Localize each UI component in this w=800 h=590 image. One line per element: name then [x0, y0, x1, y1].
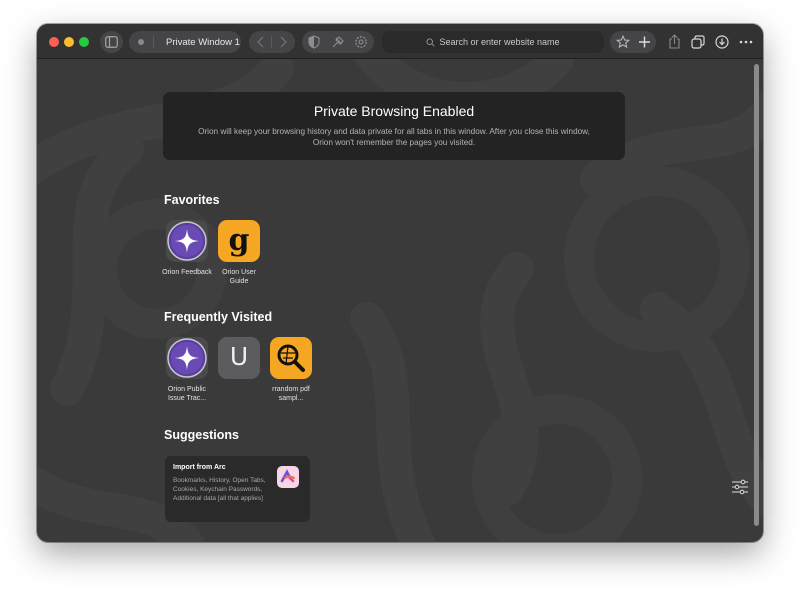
sidebar-toggle-button[interactable]: [100, 31, 123, 53]
orion-star-icon: [166, 337, 208, 379]
customize-sliders-icon[interactable]: [731, 479, 749, 495]
tile-label: Orion User Guide: [222, 269, 256, 285]
private-browsing-banner: Private Browsing Enabled Orion will keep…: [163, 92, 625, 160]
page-actions-group: [610, 31, 656, 53]
address-placeholder: Search or enter website name: [439, 37, 560, 47]
gear-icon[interactable]: [354, 35, 368, 49]
svg-text:g: g: [229, 223, 250, 258]
frequent-tile-random-pdf-sample[interactable]: rrandom pdf sampl...: [269, 337, 313, 403]
frequently-visited-title: Frequently Visited: [164, 310, 273, 324]
shield-icon[interactable]: [308, 35, 320, 49]
u-letter-icon: U: [218, 337, 260, 379]
tab-private-window[interactable]: Private Window 1: [129, 31, 241, 53]
search-magnifier-icon: [270, 337, 312, 379]
extensions-icon[interactable]: [331, 35, 345, 49]
tile-label: Orion Feedback: [162, 269, 212, 276]
maximize-window-button[interactable]: [79, 37, 89, 47]
g-letter-icon: g: [218, 220, 260, 262]
suggestion-text: Bookmarks, History, Open Tabs, Cookies, …: [173, 477, 266, 502]
downloads-icon[interactable]: [715, 35, 729, 49]
new-tab-page: Private Browsing Enabled Orion will keep…: [37, 59, 763, 542]
minimize-window-button[interactable]: [64, 37, 74, 47]
arc-logo-icon: [277, 466, 299, 488]
navigation-group: [249, 31, 295, 53]
search-icon: [426, 37, 436, 47]
browser-window: Private Window 1 Search or enter website…: [37, 24, 763, 542]
address-bar[interactable]: Search or enter website name: [382, 31, 604, 53]
favorite-tile-orion-feedback[interactable]: Orion Feedback: [162, 220, 212, 277]
forward-button[interactable]: [278, 36, 288, 48]
tile-label: Orion Public Issue Trac...: [167, 386, 207, 402]
close-window-button[interactable]: [49, 37, 59, 47]
banner-title: Private Browsing Enabled: [313, 103, 475, 119]
tab-indicator-icon: [138, 39, 144, 45]
sidebar-icon: [105, 36, 118, 48]
share-icon[interactable]: [668, 34, 681, 49]
frequent-tile-orion-issue-tracker[interactable]: Orion Public Issue Trac...: [165, 337, 209, 403]
suggestions-title: Suggestions: [164, 428, 240, 442]
more-menu-icon[interactable]: [739, 35, 753, 49]
suggestion-title: Import from Arc: [173, 464, 226, 471]
favorites-title: Favorites: [164, 193, 220, 207]
tab-title: Private Window 1: [166, 36, 240, 48]
tile-label: rrandom pdf sampl...: [272, 386, 310, 402]
scrollbar[interactable]: [754, 64, 759, 526]
orion-star-icon: [166, 220, 208, 262]
favorite-tile-orion-user-guide[interactable]: g Orion User Guide: [217, 220, 261, 286]
frequent-tile-u[interactable]: U: [217, 337, 261, 385]
privacy-tools-group: [302, 31, 374, 53]
banner-text: Orion will keep your browsing history an…: [198, 127, 590, 147]
bookmark-star-icon[interactable]: [616, 35, 630, 49]
back-button[interactable]: [256, 36, 266, 48]
tab-overview-icon[interactable]: [691, 35, 705, 49]
toolbar: Private Window 1 Search or enter website…: [37, 24, 763, 59]
new-tab-plus-icon[interactable]: [638, 35, 651, 49]
suggestion-card-import-arc[interactable]: Import from Arc Bookmarks, History, Open…: [165, 456, 310, 522]
